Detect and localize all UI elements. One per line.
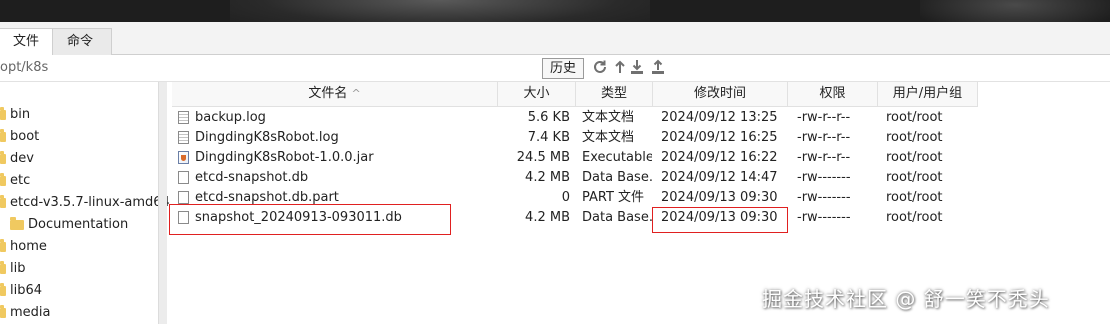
table-row[interactable]: backup.log 5.6 KB 文本文档 2024/09/12 13:25 … (172, 108, 978, 128)
highlight-box-mtime (652, 207, 788, 233)
file-size: 4.2 MB (525, 170, 570, 185)
file-mtime: 2024/09/12 14:47 (661, 170, 778, 185)
file-perm: -rw-r--r-- (797, 150, 851, 165)
column-header-owner[interactable]: 用户/用户组 (878, 82, 978, 107)
file-owner: root/root (886, 210, 943, 225)
download-icon[interactable] (629, 59, 645, 75)
file-size: 24.5 MB (516, 150, 570, 165)
tab-files[interactable]: 文件 (0, 28, 58, 56)
tree-item[interactable]: home (0, 237, 47, 257)
watermark-text: 掘金技术社区 @ 舒一笑不秃头 (762, 287, 1050, 311)
tree-item[interactable]: etcd-v3.5.7-linux-amd64 (0, 193, 170, 213)
file-perm: -rw------- (797, 210, 851, 225)
sort-up-icon: ^ (351, 87, 361, 100)
folder-icon (0, 150, 6, 164)
file-perm: -rw-r--r-- (797, 110, 851, 125)
file-perm: -rw------- (797, 170, 851, 185)
folder-icon (0, 106, 6, 120)
text-file-icon (178, 111, 189, 124)
file-name: backup.log (195, 110, 266, 125)
file-name: etcd-snapshot.db.part (195, 190, 339, 205)
column-header-perm[interactable]: 权限 (788, 82, 878, 107)
tree-item[interactable]: lib (0, 259, 25, 279)
folder-icon (0, 194, 6, 208)
file-perm: -rw------- (797, 190, 851, 205)
file-type: Executable... (582, 150, 652, 165)
file-icon (178, 171, 189, 184)
folder-icon (10, 216, 24, 230)
refresh-icon[interactable] (592, 59, 608, 75)
tree-item[interactable]: boot (0, 127, 39, 147)
background-glow (230, 0, 650, 22)
tree-item[interactable]: etc (0, 171, 30, 191)
tab-bar: 文件 命令 (0, 22, 1110, 56)
tree-item[interactable]: bin (0, 105, 30, 125)
history-button[interactable]: 历史 (542, 58, 584, 79)
path-bar: opt/k8s 历史 (0, 55, 1110, 82)
file-type: PART 文件 (582, 190, 645, 205)
file-type: 文本文档 (582, 110, 635, 125)
file-owner: root/root (886, 190, 943, 205)
file-size: 0 (561, 190, 570, 205)
folder-icon (0, 172, 6, 186)
directory-tree: bin boot dev etc etcd-v3.5.7-linux-amd64… (0, 82, 170, 324)
tree-item[interactable]: media (0, 303, 51, 323)
tab-commands[interactable]: 命令 (52, 28, 112, 55)
tree-item[interactable]: lib64 (0, 281, 42, 301)
background-strip (0, 0, 1110, 22)
file-perm: -rw-r--r-- (797, 130, 851, 145)
table-row[interactable]: DingdingK8sRobot-1.0.0.jar 24.5 MB Execu… (172, 148, 978, 168)
upload-icon[interactable] (612, 59, 628, 75)
file-mtime: 2024/09/12 13:25 (661, 110, 778, 125)
jar-file-icon (178, 151, 189, 164)
tree-scrollbar[interactable] (158, 82, 167, 324)
file-icon (178, 191, 189, 204)
folder-icon (0, 128, 6, 142)
file-name: DingdingK8sRobot.log (195, 130, 339, 145)
path-input[interactable]: opt/k8s (0, 60, 48, 75)
text-file-icon (178, 131, 189, 144)
file-name: DingdingK8sRobot-1.0.0.jar (195, 150, 374, 165)
file-owner: root/root (886, 150, 943, 165)
file-owner: root/root (886, 130, 943, 145)
column-header-mtime[interactable]: 修改时间 (653, 82, 788, 107)
file-type: 文本文档 (582, 130, 635, 145)
file-owner: root/root (886, 110, 943, 125)
file-mtime: 2024/09/13 09:30 (661, 190, 778, 205)
file-type: Data Base... (582, 170, 652, 185)
folder-icon (0, 260, 6, 274)
folder-icon (0, 304, 6, 318)
file-type: Data Base... (582, 210, 652, 225)
column-header-type[interactable]: 类型 (576, 82, 653, 107)
file-mtime: 2024/09/12 16:22 (661, 150, 778, 165)
tree-item[interactable]: dev (0, 149, 34, 169)
table-row[interactable]: DingdingK8sRobot.log 7.4 KB 文本文档 2024/09… (172, 128, 978, 148)
file-name: etcd-snapshot.db (195, 170, 309, 185)
upload-tray-icon[interactable] (650, 59, 666, 75)
file-size: 5.6 KB (527, 110, 570, 125)
file-owner: root/root (886, 170, 943, 185)
column-header-size[interactable]: 大小 (498, 82, 576, 107)
column-header-name[interactable]: 文件名 ^ (172, 82, 498, 107)
background-glow (920, 0, 1110, 22)
folder-icon (0, 282, 6, 296)
file-size: 4.2 MB (525, 210, 570, 225)
file-size: 7.4 KB (527, 130, 570, 145)
folder-icon (0, 238, 6, 252)
tree-item[interactable]: Documentation (10, 215, 128, 235)
highlight-box-filename (169, 204, 451, 235)
file-mtime: 2024/09/12 16:25 (661, 130, 778, 145)
table-row[interactable]: etcd-snapshot.db 4.2 MB Data Base... 202… (172, 168, 978, 188)
